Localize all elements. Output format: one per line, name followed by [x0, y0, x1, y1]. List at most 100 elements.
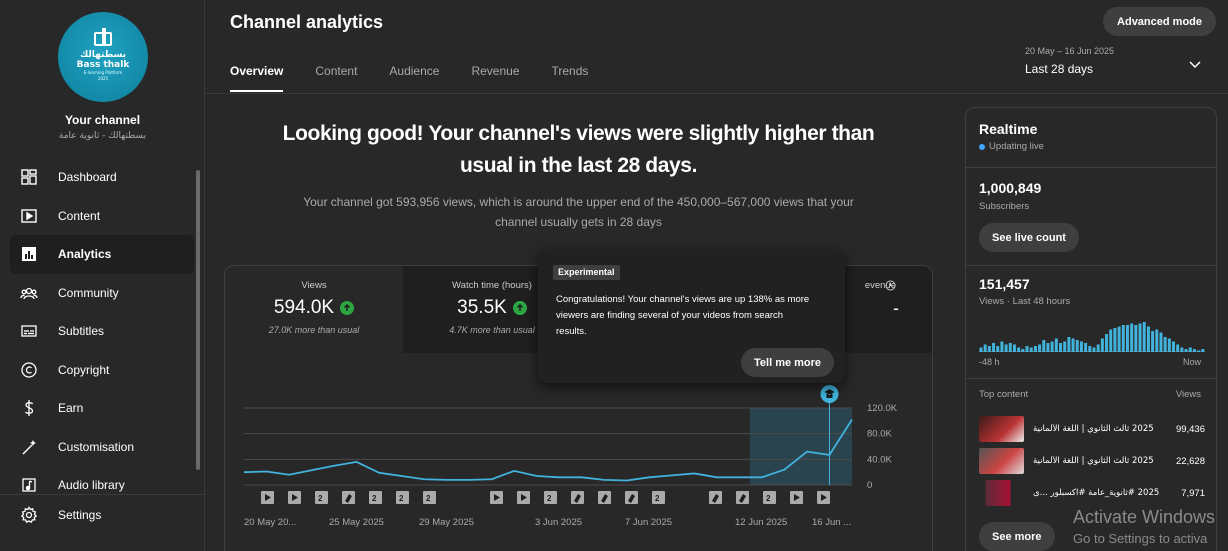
video-thumbnail: [979, 416, 1024, 442]
video-views: 99,436: [1175, 423, 1205, 435]
sidebar-item-subtitles[interactable]: Subtitles: [10, 312, 194, 351]
realtime-bar[interactable]: [1054, 338, 1058, 353]
realtime-bar[interactable]: [1121, 325, 1125, 352]
realtime-bar[interactable]: [996, 346, 1000, 352]
audio-library-icon: [20, 476, 38, 494]
y-tick-label: 0: [867, 480, 872, 491]
customisation-icon: [20, 438, 38, 456]
sidebar-scrollbar[interactable]: [196, 170, 200, 470]
marker-count: 2: [426, 494, 431, 503]
realtime-bar[interactable]: [1100, 338, 1104, 353]
realtime-bar[interactable]: [1079, 341, 1083, 353]
sidebar-item-settings[interactable]: Settings: [20, 506, 101, 524]
realtime-bar[interactable]: [1063, 341, 1067, 353]
realtime-bar[interactable]: [1151, 331, 1155, 352]
realtime-bar[interactable]: [1192, 349, 1196, 352]
sidebar-item-content[interactable]: Content: [10, 197, 194, 236]
realtime-bar[interactable]: [1125, 325, 1129, 352]
summary-subtext: Your channel got 593,956 views, which is…: [303, 195, 854, 229]
sidebar-item-community[interactable]: Community: [10, 274, 194, 313]
realtime-bar[interactable]: [1012, 344, 1016, 353]
realtime-bar[interactable]: [1008, 343, 1012, 352]
realtime-views-label: Views · Last 48 hours: [979, 296, 1071, 307]
tab-audience[interactable]: Audience: [389, 64, 439, 90]
realtime-bar[interactable]: [1163, 337, 1167, 352]
sidebar-item-dashboard[interactable]: Dashboard: [10, 158, 194, 197]
sidebar-item-customisation[interactable]: Customisation: [10, 428, 194, 467]
realtime-bar[interactable]: [992, 343, 996, 352]
y-tick-label: 40.0K: [867, 454, 892, 465]
realtime-bar[interactable]: [1071, 338, 1075, 353]
realtime-bar[interactable]: [1138, 323, 1142, 353]
realtime-bar[interactable]: [979, 347, 983, 353]
your-channel-label: Your channel: [64, 113, 141, 127]
realtime-bar[interactable]: [1134, 325, 1138, 352]
channel-avatar[interactable]: بسطتهالك Bass thalk E-learning Platform …: [58, 12, 148, 102]
realtime-bar[interactable]: [1146, 326, 1150, 353]
realtime-bar-chart[interactable]: [979, 308, 1205, 352]
realtime-bar[interactable]: [1197, 350, 1201, 353]
realtime-bar[interactable]: [1155, 329, 1159, 353]
tab-revenue[interactable]: Revenue: [471, 64, 519, 90]
summary-headline: Looking good! Your channel's views were …: [282, 122, 875, 177]
realtime-bar[interactable]: [983, 344, 987, 353]
sidebar-item-analytics[interactable]: Analytics: [10, 235, 194, 274]
marker-count: 2: [399, 494, 404, 503]
realtime-bar[interactable]: [1021, 349, 1025, 352]
top-content-row[interactable]: 2025 #ثانوية_عامة #اكسبلور ...ى 7,971: [979, 480, 1205, 506]
sidebar-item-copyright[interactable]: Copyright: [10, 351, 194, 390]
date-period-selector[interactable]: Last 28 days: [1025, 62, 1093, 76]
tab-trends[interactable]: Trends: [552, 64, 589, 90]
realtime-bar[interactable]: [1142, 322, 1146, 352]
realtime-bar[interactable]: [1117, 326, 1121, 353]
realtime-bar[interactable]: [1180, 347, 1184, 353]
realtime-bar[interactable]: [1113, 328, 1117, 352]
sidebar-item-label: Analytics: [58, 247, 112, 262]
realtime-bar[interactable]: [1033, 346, 1037, 352]
realtime-bar[interactable]: [1059, 343, 1063, 352]
realtime-bar[interactable]: [1201, 349, 1205, 352]
realtime-bar[interactable]: [987, 346, 991, 352]
advanced-mode-button[interactable]: Advanced mode: [1103, 7, 1216, 36]
realtime-bar[interactable]: [1088, 346, 1092, 352]
tell-me-more-button[interactable]: Tell me more: [741, 348, 835, 377]
see-more-button[interactable]: See more: [979, 522, 1055, 551]
realtime-bar[interactable]: [1176, 344, 1180, 353]
realtime-bar[interactable]: [1096, 344, 1100, 353]
top-content-row[interactable]: 2025 ثالث الثانوي | اللغة الألمانية 99,4…: [979, 416, 1205, 442]
realtime-bar[interactable]: [1046, 343, 1050, 352]
realtime-bar[interactable]: [1184, 349, 1188, 352]
chevron-down-icon[interactable]: [1187, 56, 1203, 72]
realtime-bar[interactable]: [1109, 329, 1113, 353]
realtime-bar[interactable]: [1130, 323, 1134, 353]
realtime-bar[interactable]: [1084, 343, 1088, 352]
realtime-bar[interactable]: [1092, 347, 1096, 353]
tab-content[interactable]: Content: [315, 64, 357, 90]
see-live-count-button[interactable]: See live count: [979, 223, 1079, 252]
date-range-text[interactable]: 20 May – 16 Jun 2025: [1025, 46, 1114, 56]
realtime-bar[interactable]: [1188, 347, 1192, 353]
top-content-views-header: Views: [1175, 389, 1201, 400]
avatar-arabic-text: بسطتهالك: [79, 50, 127, 60]
marker-count: 2: [766, 494, 771, 503]
top-content-row[interactable]: 2025 ثالث الثانوي | اللغة الألمانية 22,6…: [979, 448, 1205, 474]
realtime-bar[interactable]: [1038, 344, 1042, 353]
realtime-bar[interactable]: [1042, 340, 1046, 352]
realtime-bar[interactable]: [1000, 341, 1004, 353]
realtime-bar[interactable]: [1029, 347, 1033, 353]
video-thumbnail: [979, 448, 1024, 474]
realtime-bar[interactable]: [1067, 337, 1071, 352]
realtime-bar[interactable]: [1075, 340, 1079, 352]
realtime-bar[interactable]: [1105, 334, 1109, 352]
sidebar-item-earn[interactable]: Earn: [10, 389, 194, 428]
realtime-bar[interactable]: [1050, 341, 1054, 353]
page-title: Channel analytics: [230, 12, 384, 32]
realtime-bar[interactable]: [1167, 338, 1171, 353]
realtime-bar[interactable]: [1025, 346, 1029, 352]
realtime-bar[interactable]: [1159, 332, 1163, 353]
tab-overview[interactable]: Overview: [230, 64, 284, 92]
sidebar-item-audio-library[interactable]: Audio library: [10, 466, 194, 505]
realtime-bar[interactable]: [1004, 344, 1008, 353]
realtime-bar[interactable]: [1017, 347, 1021, 353]
realtime-bar[interactable]: [1172, 341, 1176, 353]
